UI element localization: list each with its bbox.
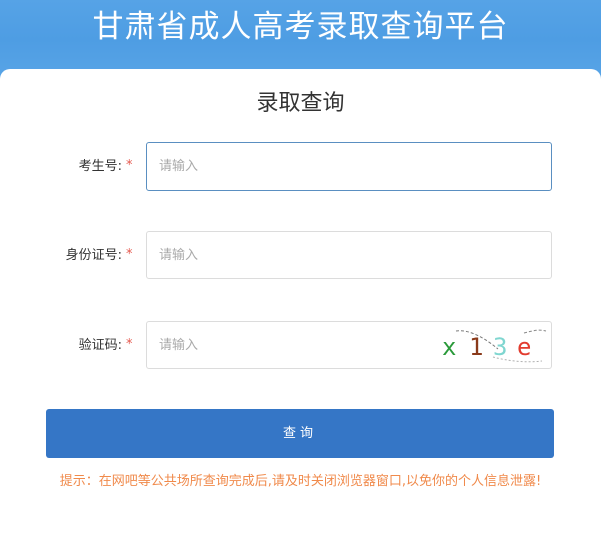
query-card: 录取查询 考生号: * 身份证号: * 验证码: * x 1 3 e 查询 提示…	[0, 69, 601, 535]
required-mark: *	[126, 337, 133, 352]
id-number-input[interactable]	[146, 231, 552, 279]
captcha-image[interactable]: x 1 3 e	[438, 327, 548, 365]
privacy-notice: 提示：在网吧等公共场所查询完成后,请及时关闭浏览器窗口,以免你的个人信息泄露!	[59, 474, 542, 489]
exam-number-row: 考生号: *	[0, 142, 601, 192]
exam-number-label: 考生号:	[78, 159, 122, 174]
required-mark: *	[126, 247, 133, 262]
captcha-row: 验证码: * x 1 3 e	[0, 321, 601, 371]
captcha-char: 3	[493, 333, 508, 361]
captcha-char: e	[517, 333, 532, 361]
query-button[interactable]: 查询	[46, 409, 554, 458]
required-mark: *	[126, 158, 133, 173]
form-title: 录取查询	[256, 91, 345, 116]
captcha-char: x	[442, 333, 457, 361]
id-number-row: 身份证号: *	[0, 231, 601, 281]
captcha-char: 1	[469, 333, 484, 361]
id-number-label: 身份证号:	[65, 248, 122, 263]
exam-number-input[interactable]	[146, 142, 552, 191]
page-title: 甘肃省成人高考录取查询平台	[92, 9, 509, 45]
captcha-label: 验证码:	[78, 338, 122, 353]
